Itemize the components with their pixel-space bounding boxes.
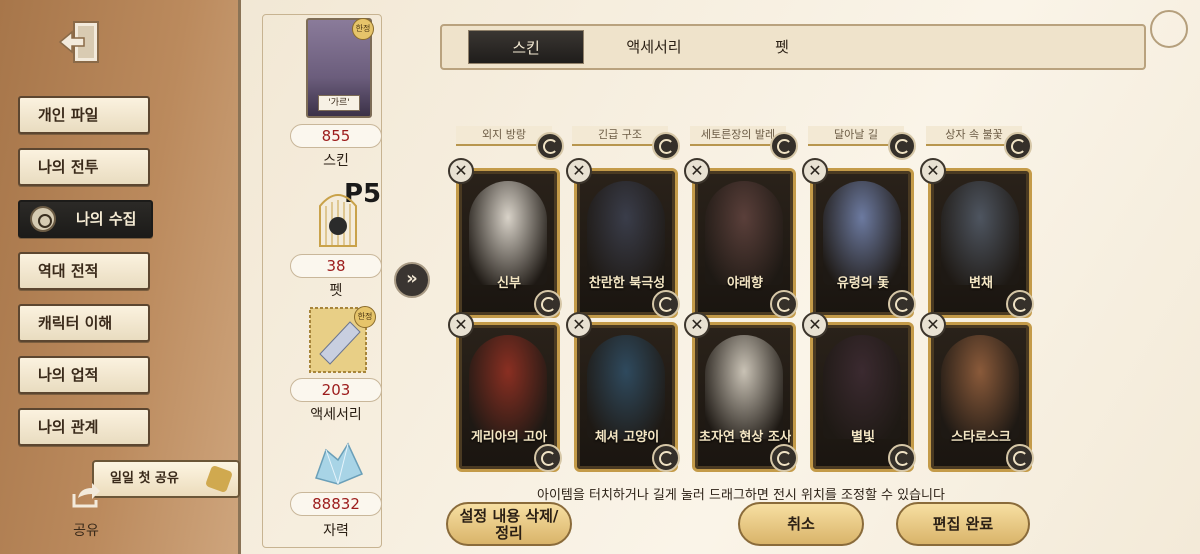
share-label[interactable]: 공유 [64, 520, 108, 540]
sidebar-item-records[interactable]: 역대 전적 [18, 252, 150, 290]
swap-icon[interactable] [652, 444, 680, 472]
skin-name: 스타로스크 [951, 430, 1011, 445]
swap-icon[interactable] [770, 132, 798, 160]
clear-settings-label-2: 정리 [495, 524, 523, 542]
skin-name: 야래향 [727, 276, 763, 291]
cancel-button[interactable]: 취소 [738, 502, 864, 546]
skin-portrait [469, 181, 547, 285]
tab-accessory[interactable]: 액세서리 [596, 30, 712, 64]
currency-count: 88832 [290, 492, 382, 516]
pet-count: 38 [290, 254, 382, 278]
skin-name: 변채 [969, 276, 993, 291]
swap-icon[interactable] [888, 444, 916, 472]
swap-icon[interactable] [770, 290, 798, 318]
settings-emblem-icon [30, 206, 56, 232]
swap-icon[interactable] [1006, 290, 1034, 318]
pet-label: 펫 [329, 283, 343, 299]
remove-icon[interactable]: ✕ [566, 312, 592, 338]
currency-label: 자력 [323, 523, 349, 539]
remove-icon[interactable]: ✕ [684, 158, 710, 184]
daily-share-button[interactable]: 일일 첫 공유 [92, 460, 240, 498]
skin-portrait [823, 181, 901, 285]
skin-name: 찬란한 북극성 [588, 276, 666, 291]
pet-cage-icon[interactable]: P5 [300, 176, 384, 250]
remove-icon[interactable]: ✕ [920, 158, 946, 184]
exit-icon[interactable] [56, 16, 108, 68]
remove-icon[interactable]: ✕ [566, 158, 592, 184]
limited-badge: 한정 [352, 18, 374, 40]
accessory-label: 액세서리 [310, 407, 362, 423]
skin-name: 유령의 돛 [836, 276, 890, 291]
puzzle-icon [204, 464, 234, 494]
daily-share-label: 일일 첫 공유 [110, 471, 179, 486]
skin-count: 855 [290, 124, 382, 148]
skin-name: 초자연 현상 조사원 [699, 430, 791, 445]
skin-label: 스킨 [323, 153, 349, 169]
chevron-double-right-icon[interactable]: » [394, 262, 430, 298]
swap-icon[interactable] [534, 290, 562, 318]
drag-hint: 아이템을 터치하거나 길게 눌러 드래그하면 전시 위치를 조정할 수 있습니다 [537, 488, 945, 503]
skin-portrait [705, 181, 783, 285]
sidebar-item-label: 나의 수집 [76, 210, 137, 228]
skin-portrait [823, 335, 901, 439]
skin-portrait [469, 335, 547, 439]
done-editing-button[interactable]: 편집 완료 [896, 502, 1030, 546]
magnetism-crystal-icon [315, 442, 364, 485]
swap-icon[interactable] [534, 444, 562, 472]
skin-portrait [587, 335, 665, 439]
swap-icon[interactable] [888, 132, 916, 160]
remove-icon[interactable]: ✕ [684, 312, 710, 338]
skin-portrait [705, 335, 783, 439]
swap-icon[interactable] [652, 290, 680, 318]
skin-name: 별빛 [851, 430, 875, 445]
skin-portrait [941, 335, 1019, 439]
clear-settings-label-1: 설정 내용 삭제/ [459, 507, 559, 525]
skin-name: 게리아의 고아 [470, 430, 548, 445]
swap-icon[interactable] [1006, 444, 1034, 472]
sidebar-item-achievements[interactable]: 나의 업적 [18, 356, 150, 394]
remove-icon[interactable]: ✕ [920, 312, 946, 338]
skin-tag: '가르' [318, 95, 360, 111]
ornament-corner [1150, 10, 1188, 48]
swap-icon[interactable] [536, 132, 564, 160]
accessory-limited-badge: 한정 [354, 306, 376, 328]
tab-pet[interactable]: 펫 [724, 30, 840, 64]
skin-name: 체셔 고양이 [594, 430, 660, 445]
remove-icon[interactable]: ✕ [448, 312, 474, 338]
remove-icon[interactable]: ✕ [802, 158, 828, 184]
swap-icon[interactable] [1004, 132, 1032, 160]
skin-portrait [587, 181, 665, 285]
swap-icon[interactable] [888, 290, 916, 318]
remove-icon[interactable]: ✕ [448, 158, 474, 184]
swap-icon[interactable] [652, 132, 680, 160]
remove-icon[interactable]: ✕ [802, 312, 828, 338]
share-icon[interactable] [68, 480, 102, 510]
sidebar-item-profile[interactable]: 개인 파일 [18, 96, 150, 134]
sidebar-item-relations[interactable]: 나의 관계 [18, 408, 150, 446]
sidebar-item-characters[interactable]: 캐릭터 이해 [18, 304, 150, 342]
clear-settings-button[interactable]: 설정 내용 삭제/ 정리 [446, 502, 572, 546]
accessory-count: 203 [290, 378, 382, 402]
swap-icon[interactable] [770, 444, 798, 472]
skin-name: 신부 [497, 276, 521, 291]
sidebar-item-collection[interactable]: 나의 수집 [18, 200, 153, 238]
sidebar-item-battles[interactable]: 나의 전투 [18, 148, 150, 186]
skin-portrait [941, 181, 1019, 285]
tab-skin[interactable]: 스킨 [468, 30, 584, 64]
